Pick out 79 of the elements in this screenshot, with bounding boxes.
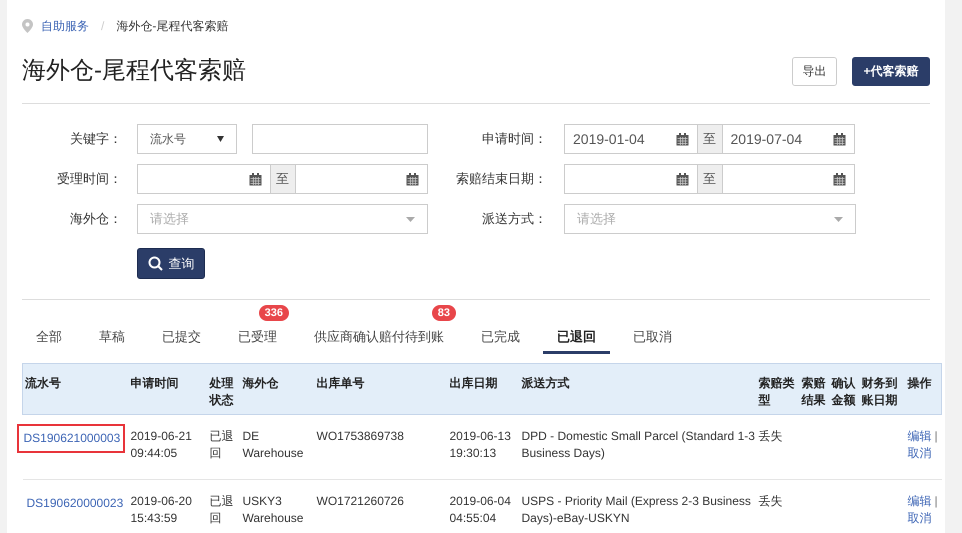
serial-number-link[interactable]: DS190620000023 [22,489,128,518]
field-label: 申请时间： [481,130,547,148]
status-tab[interactable]: 供应商确认赔付待到账 [300,320,458,354]
page-title: 海外仓-尾程代客索赔 [22,56,246,86]
range-separator: 至 [270,164,294,194]
date-field[interactable] [137,164,270,194]
caret-icon [406,216,415,222]
column-header: 出库单号 [316,376,364,390]
breadcrumb-link[interactable]: 自助服务 [41,17,89,35]
date-field[interactable]: 2019-07-04 [722,124,855,154]
column-header: 确认金额 [832,376,856,407]
table-cell-text: 丢失 [758,428,784,445]
action-link[interactable]: 编辑 [908,493,932,510]
status-tab[interactable]: 全部 [22,320,76,354]
search-icon [148,256,162,271]
type-select[interactable]: 流水号 [137,124,237,154]
status-tab[interactable]: 已提交 [148,320,215,354]
table-cell-text: 2019-06-04 04:55:04 [450,493,512,527]
table-cell-text: DPD - Domestic Small Parcel (Standard 1-3 Business Days) [522,428,756,462]
breadcrumb-separator: / [100,18,106,35]
field-label: 派送方式： [481,210,547,228]
status-tab[interactable]: 已取消 [619,320,686,354]
calendar-icon[interactable] [833,132,846,146]
table-cell-text: 已退回 [210,493,234,527]
table-cell-text: USPS - Priority Mail (Express 2-3 Business Days)-eBay-USKYN [522,493,752,527]
action-separator: | [934,493,938,510]
search-button[interactable]: 查询 [137,248,205,279]
count-badge: 336 [258,305,289,321]
field-label: 索赔结束日期： [455,170,547,188]
table-cell-text: USKY3 Warehouse [242,493,304,527]
column-header: 处理状态 [210,376,234,407]
table-cell-text: 已退回 [210,428,234,462]
caret-icon [834,216,843,222]
action-separator: | [934,428,938,445]
breadcrumb-current: 海外仓-尾程代客索赔 [116,18,228,35]
column-header: 索赔结果 [802,376,826,407]
field-label: 关键字： [69,130,122,148]
calendar-icon[interactable] [248,172,262,186]
caret-icon [217,136,224,142]
column-header: 出库日期 [450,376,498,390]
column-header: 财务到账日期 [862,376,898,407]
status-tab[interactable]: 已完成 [467,320,534,354]
calendar-icon[interactable] [833,172,846,186]
column-header: 海外仓 [242,376,278,390]
column-header: 申请时间 [130,376,178,390]
serial-number-link[interactable]: DS190621000003 [16,424,126,453]
action-link[interactable]: 取消 [908,510,932,527]
table-cell-text: WO1721260726 [316,493,405,510]
column-header: 操作 [908,376,932,390]
date-field[interactable] [564,164,698,194]
action-link[interactable]: 取消 [908,445,932,462]
location-pin-icon [22,19,33,33]
table-cell-text: WO1753869738 [316,428,405,445]
column-header: 流水号 [25,376,61,390]
table-cell-text: 丢失 [758,493,784,510]
range-separator: 至 [698,164,722,194]
column-header: 派送方式 [522,376,570,390]
status-tab[interactable]: 已受理 [224,320,291,354]
table-cell-text: 2019-06-13 19:30:13 [450,428,512,462]
date-field[interactable] [294,164,428,194]
table-cell-text: 2019-06-21 09:44:05 [130,428,193,462]
calendar-icon[interactable] [406,172,419,186]
calendar-icon[interactable] [676,172,688,186]
field-label: 受理时间： [56,170,122,188]
action-link[interactable]: 编辑 [908,428,932,445]
keyword-input[interactable] [252,124,428,154]
field-label: 海外仓： [69,210,122,228]
status-tab[interactable]: 已退回 [543,320,610,354]
column-header: 索赔类型 [758,376,794,407]
count-badge: 83 [432,305,456,321]
export-button[interactable]: 导出 [792,56,837,86]
table-cell-text: 2019-06-20 15:43:59 [130,493,193,527]
add-claim-button[interactable]: +代客索赔 [852,56,930,86]
calendar-icon[interactable] [676,132,688,146]
table-cell-text: DE Warehouse [242,428,304,462]
range-separator: 至 [698,124,722,154]
date-field[interactable]: 2019-01-04 [564,124,698,154]
date-field[interactable] [722,164,855,194]
status-tab[interactable]: 草稿 [85,320,139,354]
